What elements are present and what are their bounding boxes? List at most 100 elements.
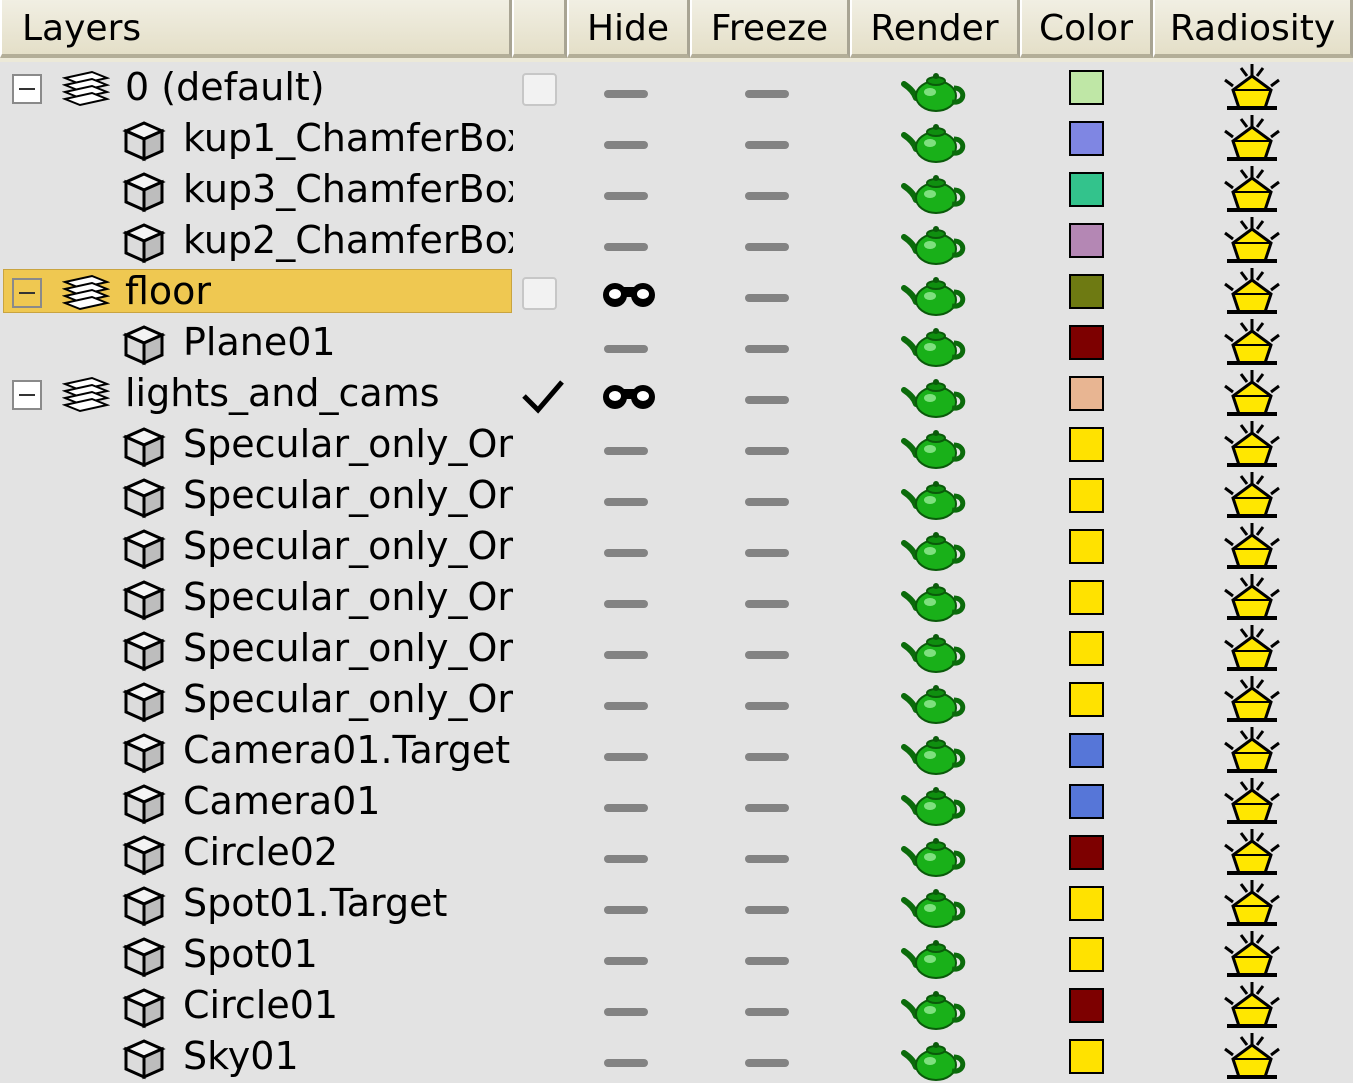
object-name[interactable]: Circle02: [183, 827, 513, 878]
color-swatch[interactable]: [1069, 937, 1104, 972]
object-row[interactable]: Spot01.Target: [0, 878, 1353, 929]
hide-toggle[interactable]: [604, 957, 648, 965]
freeze-toggle[interactable]: [745, 396, 789, 404]
hide-toggle[interactable]: [604, 498, 648, 506]
radiosity-icon[interactable]: [1221, 215, 1283, 267]
layer-row[interactable]: lights_and_cams: [0, 368, 1353, 419]
radiosity-icon[interactable]: [1221, 776, 1283, 828]
freeze-toggle[interactable]: [745, 753, 789, 761]
object-row[interactable]: Camera01: [0, 776, 1353, 827]
radiosity-icon[interactable]: [1221, 317, 1283, 369]
object-name[interactable]: Specular_only_Omni: [183, 623, 513, 674]
object-row[interactable]: Circle02: [0, 827, 1353, 878]
object-row[interactable]: Camera01.Target: [0, 725, 1353, 776]
radiosity-icon[interactable]: [1221, 470, 1283, 522]
object-row[interactable]: Specular_only_Omni: [0, 674, 1353, 725]
radiosity-icon[interactable]: [1221, 623, 1283, 675]
color-swatch[interactable]: [1069, 172, 1104, 207]
color-swatch[interactable]: [1069, 886, 1104, 921]
object-row[interactable]: Circle01: [0, 980, 1353, 1031]
current-layer-checkbox[interactable]: [522, 73, 557, 106]
color-swatch[interactable]: [1069, 529, 1104, 564]
freeze-toggle[interactable]: [745, 192, 789, 200]
freeze-toggle[interactable]: [745, 141, 789, 149]
render-teapot-icon[interactable]: [900, 629, 968, 675]
hide-toggle[interactable]: [604, 906, 648, 914]
object-name[interactable]: Specular_only_Omni: [183, 470, 513, 521]
object-row[interactable]: kup3_ChamferBox0: [0, 164, 1353, 215]
object-row[interactable]: Spot01: [0, 929, 1353, 980]
color-swatch[interactable]: [1069, 121, 1104, 156]
radiosity-icon[interactable]: [1221, 419, 1283, 471]
render-teapot-icon[interactable]: [900, 119, 968, 165]
render-teapot-icon[interactable]: [900, 1037, 968, 1083]
color-swatch[interactable]: [1069, 478, 1104, 513]
object-row[interactable]: Specular_only_Omni: [0, 419, 1353, 470]
object-name[interactable]: kup3_ChamferBox0: [183, 164, 513, 215]
object-name[interactable]: Camera01.Target: [183, 725, 513, 776]
layer-row[interactable]: 0 (default): [0, 62, 1353, 113]
render-teapot-icon[interactable]: [900, 323, 968, 369]
collapse-toggle-icon[interactable]: [12, 278, 42, 308]
radiosity-icon[interactable]: [1221, 929, 1283, 981]
render-teapot-icon[interactable]: [900, 374, 968, 420]
freeze-toggle[interactable]: [745, 498, 789, 506]
header-render[interactable]: Render: [850, 0, 1020, 58]
header-active[interactable]: [512, 0, 567, 58]
freeze-toggle[interactable]: [745, 957, 789, 965]
object-name[interactable]: Sky01: [183, 1031, 513, 1082]
radiosity-icon[interactable]: [1221, 368, 1283, 420]
hide-toggle[interactable]: [604, 141, 648, 149]
freeze-toggle[interactable]: [745, 651, 789, 659]
object-row[interactable]: Sky01: [0, 1031, 1353, 1082]
hidden-eye-icon[interactable]: [601, 380, 657, 414]
radiosity-icon[interactable]: [1221, 674, 1283, 726]
hide-toggle[interactable]: [604, 804, 648, 812]
hide-toggle[interactable]: [604, 651, 648, 659]
header-radiosity[interactable]: Radiosity: [1153, 0, 1353, 58]
layer-row[interactable]: floor: [0, 266, 1353, 317]
object-row[interactable]: Specular_only_Omni: [0, 572, 1353, 623]
object-name[interactable]: Spot01: [183, 929, 513, 980]
radiosity-icon[interactable]: [1221, 266, 1283, 318]
render-teapot-icon[interactable]: [900, 731, 968, 777]
render-teapot-icon[interactable]: [900, 680, 968, 726]
color-swatch[interactable]: [1069, 70, 1104, 105]
color-swatch[interactable]: [1069, 580, 1104, 615]
header-color[interactable]: Color: [1020, 0, 1153, 58]
header-layers[interactable]: Layers: [0, 0, 512, 58]
object-name[interactable]: Specular_only_Omni: [183, 521, 513, 572]
color-swatch[interactable]: [1069, 1039, 1104, 1074]
hidden-eye-icon[interactable]: [601, 278, 657, 312]
layer-name[interactable]: lights_and_cams: [125, 368, 513, 419]
object-name[interactable]: Spot01.Target: [183, 878, 513, 929]
header-freeze[interactable]: Freeze: [690, 0, 850, 58]
color-swatch[interactable]: [1069, 835, 1104, 870]
hide-toggle[interactable]: [604, 243, 648, 251]
object-name[interactable]: Specular_only_Omni: [183, 674, 513, 725]
hide-toggle[interactable]: [604, 753, 648, 761]
color-swatch[interactable]: [1069, 427, 1104, 462]
object-row[interactable]: Specular_only_Omni: [0, 623, 1353, 674]
render-teapot-icon[interactable]: [900, 782, 968, 828]
object-name[interactable]: Circle01: [183, 980, 513, 1031]
hide-toggle[interactable]: [604, 855, 648, 863]
hide-toggle[interactable]: [604, 1059, 648, 1067]
layer-name[interactable]: floor: [125, 266, 513, 317]
radiosity-icon[interactable]: [1221, 827, 1283, 879]
color-swatch[interactable]: [1069, 376, 1104, 411]
render-teapot-icon[interactable]: [900, 833, 968, 879]
render-teapot-icon[interactable]: [900, 221, 968, 267]
color-swatch[interactable]: [1069, 682, 1104, 717]
color-swatch[interactable]: [1069, 223, 1104, 258]
hide-toggle[interactable]: [604, 447, 648, 455]
radiosity-icon[interactable]: [1221, 521, 1283, 573]
object-row[interactable]: Plane01: [0, 317, 1353, 368]
object-row[interactable]: Specular_only_Omni: [0, 470, 1353, 521]
color-swatch[interactable]: [1069, 784, 1104, 819]
collapse-toggle-icon[interactable]: [12, 380, 42, 410]
object-name[interactable]: kup1_ChamferBox0: [183, 113, 513, 164]
freeze-toggle[interactable]: [745, 345, 789, 353]
object-row[interactable]: Specular_only_Omni: [0, 521, 1353, 572]
freeze-toggle[interactable]: [745, 90, 789, 98]
